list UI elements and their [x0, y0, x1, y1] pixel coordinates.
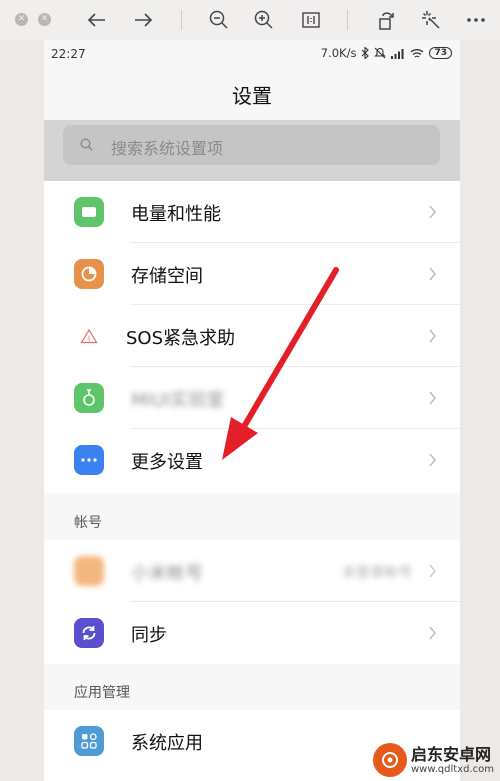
- search-area: 搜索系统设置项: [44, 120, 460, 181]
- toolbar-divider: [347, 10, 348, 30]
- battery-icon: [74, 197, 104, 227]
- chevron-right-icon: [429, 626, 436, 640]
- search-icon: [80, 138, 93, 151]
- search-placeholder: 搜索系统设置项: [111, 139, 224, 158]
- row-label: 更多设置: [131, 452, 203, 473]
- section-header-account: 帐号: [74, 515, 102, 531]
- settings-row-sync[interactable]: 同步: [44, 602, 460, 664]
- viewer-canvas-right: [460, 40, 500, 781]
- chevron-right-icon: [429, 267, 436, 281]
- section-header-apps: 应用管理: [74, 685, 130, 701]
- chevron-right-icon: [429, 205, 436, 219]
- settings-row-battery[interactable]: 电量和性能: [44, 181, 460, 243]
- page-title: 设置: [232, 84, 272, 108]
- chevron-right-icon: [429, 564, 436, 578]
- sync-icon: [74, 618, 104, 648]
- zoom-out-icon[interactable]: [206, 8, 232, 32]
- watermark-line-2: www.qdltxd.com: [411, 763, 494, 775]
- row-label: 小米帐号: [131, 563, 203, 584]
- back-icon[interactable]: [84, 8, 110, 32]
- storage-pie-icon: [74, 259, 104, 289]
- search-input[interactable]: 搜索系统设置项: [63, 125, 440, 165]
- actual-size-icon[interactable]: [298, 8, 324, 32]
- more-icon[interactable]: [463, 8, 489, 32]
- settings-row-more[interactable]: 更多设置: [44, 429, 460, 491]
- phone-screen: 22:27 7.0K/s 73 设置 搜索系统设置项 电量和性能 存储空间 S …: [44, 40, 460, 781]
- status-bar: 22:27 7.0K/s 73: [44, 40, 460, 68]
- chevron-right-icon: [429, 329, 436, 343]
- status-indicators: 7.0K/s 73: [321, 46, 452, 60]
- bluetooth-icon: [362, 47, 370, 59]
- zoom-in-icon[interactable]: [251, 8, 277, 32]
- viewer-toolbar: ✕ ✕: [0, 0, 500, 40]
- battery-indicator: 73: [429, 47, 452, 59]
- row-label: 系统应用: [131, 733, 203, 754]
- silent-alarm-icon: [374, 47, 387, 59]
- settings-row-storage[interactable]: 存储空间: [44, 243, 460, 305]
- watermark-text: 启东安卓网 www.qdltxd.com: [411, 744, 494, 775]
- watermark-logo-icon: [373, 743, 407, 777]
- status-time: 22:27: [51, 47, 86, 61]
- viewer-canvas-left: [0, 40, 44, 781]
- wifi-icon: [411, 48, 424, 58]
- system-apps-icon: [74, 726, 104, 756]
- chevron-right-icon: [429, 391, 436, 405]
- network-speed: 7.0K/s: [320, 46, 357, 60]
- settings-group-account: 小米帐号 未登录帐号 同步: [44, 540, 460, 664]
- account-status-value: 未登录帐号: [342, 565, 412, 581]
- enhance-icon[interactable]: [418, 8, 444, 32]
- more-dots-icon: [74, 445, 104, 475]
- minimize-window-button[interactable]: ✕: [38, 13, 51, 26]
- watermark-line-1: 启东安卓网: [411, 744, 492, 764]
- settings-row-sos[interactable]: S SOS紧急求助: [44, 305, 460, 367]
- mi-account-icon: [74, 556, 104, 586]
- row-label: MIUI实验室: [131, 390, 225, 411]
- row-label: SOS紧急求助: [126, 328, 236, 349]
- rotate-icon[interactable]: [374, 8, 400, 32]
- chevron-right-icon: [429, 453, 436, 467]
- row-label: 同步: [131, 625, 167, 646]
- watermark: 启东安卓网 www.qdltxd.com: [373, 743, 494, 777]
- settings-row-mi-account[interactable]: 小米帐号 未登录帐号: [44, 540, 460, 602]
- sos-icon: S: [74, 321, 104, 351]
- row-label: 电量和性能: [131, 204, 221, 225]
- toolbar-divider: [181, 10, 182, 30]
- settings-group-main: 电量和性能 存储空间 S SOS紧急求助 MIUI实验室 更多设置: [44, 181, 460, 493]
- lab-flask-icon: [74, 383, 104, 413]
- svg-text:S: S: [87, 337, 90, 343]
- close-window-button[interactable]: ✕: [15, 13, 28, 26]
- forward-icon[interactable]: [130, 8, 156, 32]
- settings-row-lab[interactable]: MIUI实验室: [44, 367, 460, 429]
- signal-icon: [391, 48, 404, 59]
- row-label: 存储空间: [131, 266, 203, 287]
